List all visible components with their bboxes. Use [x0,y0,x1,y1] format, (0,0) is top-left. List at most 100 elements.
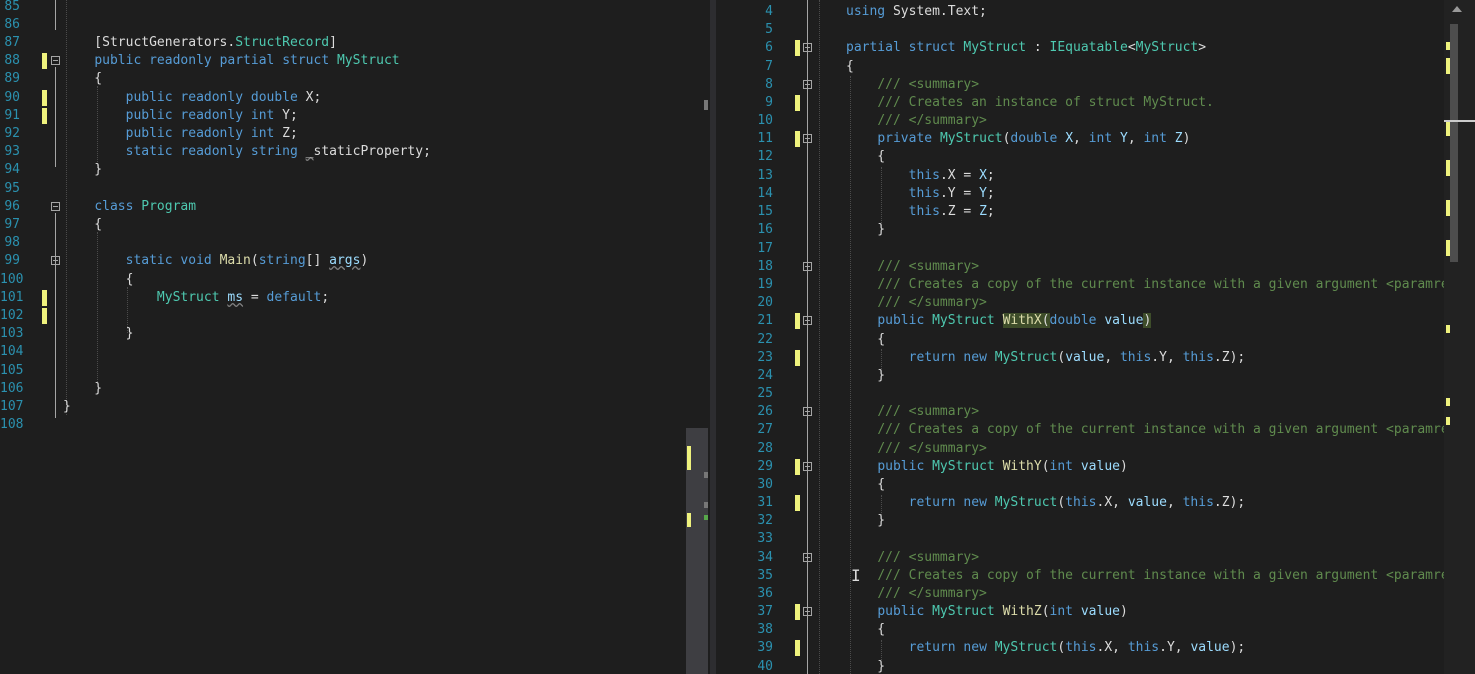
code-line[interactable]: 89 { [0,70,686,88]
code-line[interactable]: 105 [0,362,686,380]
code-line[interactable]: 29 public MyStruct WithY(int value) [716,458,1444,476]
code-line[interactable]: 22 { [716,331,1444,349]
code-line[interactable]: 8 /// <summary> [716,76,1444,94]
line-number: 88 [4,53,20,68]
collapse-toggle-icon[interactable] [803,134,812,143]
scrollbar-change-marker [1446,240,1450,256]
code-line[interactable]: 95 [0,180,686,198]
line-number: 17 [757,241,773,256]
code-line[interactable]: 98 [0,234,686,252]
code-line[interactable]: 91 public readonly int Y; [0,107,686,125]
line-number: 90 [4,90,20,105]
code-line[interactable]: 16 } [716,221,1444,239]
code-line[interactable]: 88 public readonly partial struct MyStru… [0,52,686,70]
collapse-toggle-icon[interactable] [803,262,812,271]
code-line[interactable]: 11 private MyStruct(double X, int Y, int… [716,130,1444,148]
code-line[interactable]: 19 /// Creates a copy of the current ins… [716,276,1444,294]
collapse-toggle-icon[interactable] [803,407,812,416]
code-line[interactable]: 108 [0,416,686,434]
line-number: 31 [757,495,773,510]
line-number: 104 [0,344,24,359]
code-line[interactable]: 17 [716,240,1444,258]
code-line[interactable]: 97 { [0,216,686,234]
right-code-editor[interactable]: 4 using System.Text; 5 6 partial struct … [716,0,1444,674]
code-text: public readonly double X; [125,90,322,105]
code-text: /// <summary> [877,404,980,419]
code-line[interactable]: 103 } [0,325,686,343]
code-line[interactable]: 101 MyStruct ms = default; [0,289,686,307]
code-line[interactable]: 15 this.Z = Z; [716,203,1444,221]
code-line[interactable]: 18 /// <summary> [716,258,1444,276]
code-line[interactable]: 30 { [716,476,1444,494]
collapse-toggle-icon[interactable] [803,43,812,52]
line-number: 87 [4,35,20,50]
collapse-toggle-icon[interactable] [51,202,60,211]
code-line[interactable]: 90 public readonly double X; [0,89,686,107]
code-text: return new MyStruct(this.X, this.Y, valu… [908,640,1246,655]
collapse-toggle-icon[interactable] [803,80,812,89]
line-number: 27 [757,422,773,437]
collapse-toggle-icon[interactable] [51,56,60,65]
code-line[interactable]: 5 [716,21,1444,39]
code-line[interactable]: 25 [716,385,1444,403]
code-line[interactable]: 6 partial struct MyStruct : IEquatable<M… [716,39,1444,57]
collapse-toggle-icon[interactable] [803,316,812,325]
code-text: /// Creates a copy of the current instan… [877,568,1444,583]
line-number: 85 [4,0,20,14]
code-line[interactable]: 35 /// Creates a copy of the current ins… [716,567,1444,585]
code-line[interactable]: 102 [0,307,686,325]
line-number: 8 [765,77,773,92]
code-line[interactable]: 27 /// Creates a copy of the current ins… [716,421,1444,439]
code-line[interactable]: 106 } [0,380,686,398]
scrollbar-thumb[interactable] [1450,24,1458,262]
line-number: 32 [757,513,773,528]
code-line[interactable]: 96 class Program [0,198,686,216]
code-line[interactable]: 28 /// </summary> [716,440,1444,458]
code-line[interactable]: 21 public MyStruct WithX(double value) [716,312,1444,330]
code-line[interactable]: 86 [0,16,686,34]
code-line[interactable]: 100 { [0,271,686,289]
code-line[interactable]: 40 } [716,658,1444,674]
code-line[interactable]: 87 [StructGenerators.StructRecord] [0,34,686,52]
line-number: 36 [757,586,773,601]
code-line[interactable]: 14 this.Y = Y; [716,185,1444,203]
line-number: 100 [0,272,24,287]
line-number: 19 [757,277,773,292]
code-line[interactable]: 13 this.X = X; [716,167,1444,185]
left-vertical-scrollbar[interactable] [686,0,710,674]
code-line[interactable]: 38 { [716,621,1444,639]
code-line[interactable]: 23 return new MyStruct(value, this.Y, th… [716,349,1444,367]
code-line[interactable]: 10 /// </summary> [716,112,1444,130]
code-line[interactable]: 107 } [0,398,686,416]
right-vertical-scrollbar[interactable] [1444,0,1475,674]
code-line[interactable]: 24 } [716,367,1444,385]
code-line[interactable]: 4 using System.Text; [716,3,1444,21]
code-line[interactable]: 93 static readonly string _staticPropert… [0,143,686,161]
code-line[interactable]: 31 return new MyStruct(this.X, value, th… [716,494,1444,512]
code-line[interactable]: 36 /// </summary> [716,585,1444,603]
code-line[interactable]: 12 { [716,148,1444,166]
code-line[interactable]: 92 public readonly int Z; [0,125,686,143]
line-number: 9 [765,95,773,110]
code-line[interactable]: 26 /// <summary> [716,403,1444,421]
collapse-toggle-icon[interactable] [803,607,812,616]
code-line[interactable]: 34 /// <summary> [716,549,1444,567]
code-line[interactable]: 104 [0,343,686,361]
code-line[interactable]: 20 /// </summary> [716,294,1444,312]
code-text: } [63,162,103,177]
code-line[interactable]: 99 static void Main(string[] args) [0,252,686,270]
code-line[interactable]: 33 [716,530,1444,548]
code-line[interactable]: 9 /// Creates an instance of struct MySt… [716,94,1444,112]
scroll-up-arrow-icon[interactable] [1452,6,1462,12]
left-code-editor[interactable]: 85 86 87 [StructGenerators.StructRecord]… [0,0,686,674]
code-line[interactable]: 94 } [0,161,686,179]
code-line[interactable]: 85 [0,0,686,16]
collapse-toggle-icon[interactable] [803,462,812,471]
code-line[interactable]: 7 { [716,58,1444,76]
collapse-toggle-icon[interactable] [51,256,60,265]
line-number: 15 [757,204,773,219]
code-line[interactable]: 37 public MyStruct WithZ(int value) [716,603,1444,621]
collapse-toggle-icon[interactable] [803,553,812,562]
code-line[interactable]: 32 } [716,512,1444,530]
code-line[interactable]: 39 return new MyStruct(this.X, this.Y, v… [716,639,1444,657]
